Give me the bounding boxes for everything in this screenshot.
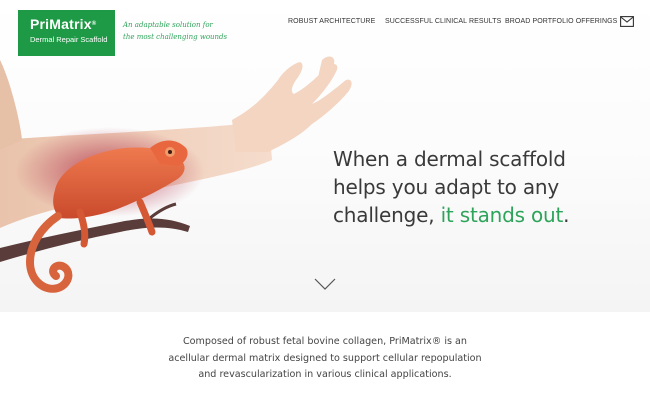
chevron-down-icon[interactable]: [314, 278, 336, 292]
hand: [232, 62, 352, 152]
hero-headline: When a dermal scaffold helps you adapt t…: [333, 145, 633, 229]
intro-line: Composed of robust fetal bovine collagen…: [182, 336, 468, 347]
top-nav: ROBUST ARCHITECTURE SUCCESSFUL CLINICAL …: [0, 18, 650, 30]
logo[interactable]: PriMatrix® Dermal Repair Scaffold: [18, 10, 115, 56]
headline-line: helps you adapt to any: [333, 175, 560, 199]
nav-item-broad-portfolio-offerings[interactable]: BROAD PORTFOLIO OFFERINGS: [505, 18, 617, 25]
brand-subtitle: Dermal Repair Scaffold: [30, 35, 108, 44]
hero-image-arm-chameleon: [0, 56, 352, 293]
tagline-line: the most challenging wounds: [123, 33, 228, 41]
intro-paragraph: Composed of robust fetal bovine collagen…: [150, 334, 500, 384]
intro-line: and revascularization in various clinica…: [198, 369, 452, 380]
nav-item-successful-clinical-results[interactable]: SUCCESSFUL CLINICAL RESULTS: [385, 18, 501, 25]
intro-line: acellular dermal matrix designed to supp…: [168, 352, 482, 364]
headline-line: When a dermal scaffold: [333, 147, 566, 171]
headline-line: challenge, it stands out.: [333, 203, 570, 227]
envelope-icon[interactable]: [620, 16, 634, 27]
nav-item-robust-architecture[interactable]: ROBUST ARCHITECTURE: [288, 18, 375, 25]
headline-highlight: it stands out: [440, 203, 564, 227]
